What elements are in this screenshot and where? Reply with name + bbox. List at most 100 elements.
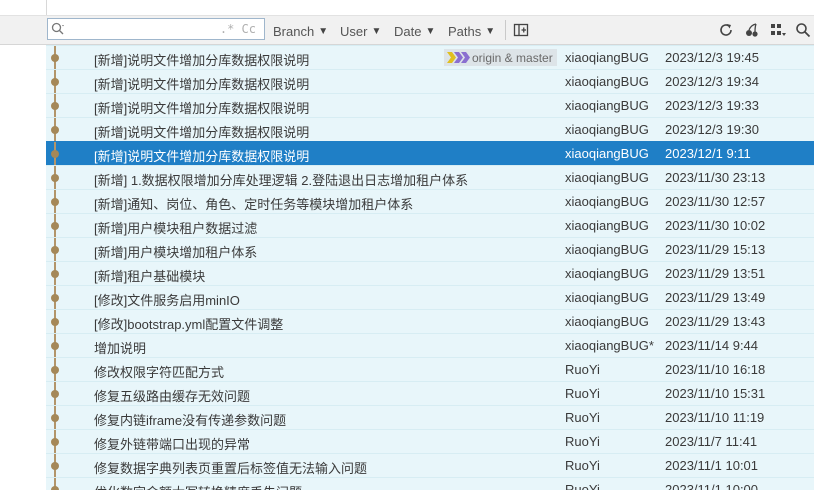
commit-message: 修复外链带端口出现的异常 — [94, 437, 251, 452]
commit-row[interactable]: [新增]租户基础模块 xiaoqiangBUG 2023/11/29 13:51 — [46, 261, 814, 286]
branch-ref-label: origin & master — [472, 50, 553, 65]
commit-date: 2023/11/10 16:18 — [665, 362, 766, 377]
find-icon[interactable] — [794, 21, 812, 39]
commit-row[interactable]: [新增]用户模块增加租户体系 xiaoqiangBUG 2023/11/29 15:… — [46, 237, 814, 262]
commit-message: [修改]文件服务启用minIO — [94, 293, 240, 308]
commit-node-icon — [51, 342, 59, 350]
commit-message: 修复内链iframe没有传递参数问题 — [94, 413, 287, 428]
commit-row[interactable]: [新增]说明文件增加分库数据权限说明 xiaoqiangBUG 2023/12/3 … — [46, 117, 814, 142]
search-box[interactable]: .* Cc — [47, 18, 265, 40]
commit-row[interactable]: [修改]bootstrap.yml配置文件调整 xiaoqiangBUG 2023/… — [46, 309, 814, 334]
search-options[interactable]: .* Cc — [220, 22, 256, 36]
commit-node-icon — [51, 54, 59, 62]
commit-date: 2023/12/3 19:45 — [665, 50, 759, 65]
commit-row[interactable]: [新增]用户模块租户数据过滤 xiaoqiangBUG 2023/11/30 10:… — [46, 213, 814, 238]
left-panel-edge — [0, 0, 47, 490]
commit-row[interactable]: [修改]文件服务启用minIO xiaoqiangBUG 2023/11/29 13… — [46, 285, 814, 310]
search-input[interactable] — [68, 20, 220, 38]
commit-row[interactable]: 修复外链带端口出现的异常 RuoYi 2023/11/7 11:41 — [46, 429, 814, 454]
commit-message: [新增] 1.数据权限增加分库处理逻辑 2.登陆退出日志增加租户体系 — [94, 173, 469, 188]
commit-node-icon — [51, 438, 59, 446]
commit-message: [新增]说明文件增加分库数据权限说明 — [94, 149, 310, 164]
commit-message: [新增]用户模块增加租户体系 — [94, 245, 258, 260]
commit-row[interactable]: [新增]通知、岗位、角色、定时任务等模块增加租户体系 xiaoqiangBUG 20… — [46, 189, 814, 214]
commit-author: xiaoqiangBUG — [565, 194, 649, 209]
commit-message: [新增]说明文件增加分库数据权限说明 — [94, 125, 310, 140]
commit-author: RuoYi — [565, 410, 600, 425]
commit-node-icon — [51, 270, 59, 278]
commit-row[interactable]: [新增]说明文件增加分库数据权限说明 xiaoqiangBUG 2023/12/3 … — [46, 69, 814, 94]
commit-node-icon — [51, 246, 59, 254]
commit-row[interactable]: [新增]说明文件增加分库数据权限说明 xiaoqiangBUG 2023/12/1 … — [46, 141, 814, 166]
commit-node-icon — [51, 318, 59, 326]
commit-message: [新增]说明文件增加分库数据权限说明 — [94, 77, 310, 92]
commit-row[interactable]: 修复五级路由缓存无效问题 RuoYi 2023/11/10 15:31 — [46, 381, 814, 406]
commit-author: xiaoqiangBUG — [565, 122, 649, 137]
date-filter-label: Date — [394, 23, 422, 39]
branch-filter-label: Branch — [273, 23, 315, 39]
commit-date: 2023/11/1 10:01 — [665, 458, 759, 473]
commit-node-icon — [51, 222, 59, 230]
user-filter-label: User — [340, 23, 368, 39]
commit-author: xiaoqiangBUG — [565, 290, 649, 305]
date-filter[interactable]: Date ▼ — [394, 22, 435, 40]
branch-tag-icon — [447, 52, 470, 63]
commit-author: RuoYi — [565, 362, 600, 377]
commit-message: 修改权限字符匹配方式 — [94, 365, 225, 380]
commit-date: 2023/12/3 19:30 — [665, 122, 759, 137]
commit-message: [新增]说明文件增加分库数据权限说明 — [94, 101, 310, 116]
paths-filter[interactable]: Paths ▼ — [448, 22, 495, 40]
commit-node-icon — [51, 198, 59, 206]
commit-message: 增加说明 — [94, 341, 147, 356]
branch-ref-badge[interactable]: origin & master — [444, 49, 557, 66]
commit-message: 修复五级路由缓存无效问题 — [94, 389, 251, 404]
commit-row[interactable]: 修复内链iframe没有传递参数问题 RuoYi 2023/11/10 11:19 — [46, 405, 814, 430]
commit-author: xiaoqiangBUG — [565, 242, 649, 257]
paths-filter-label: Paths — [448, 23, 482, 39]
chevron-down-icon: ▼ — [371, 25, 382, 37]
graph-options-icon[interactable] — [769, 21, 787, 39]
commit-author: xiaoqiangBUG — [565, 98, 649, 113]
commit-row[interactable]: 增加说明 xiaoqiangBUG* 2023/11/14 9:44 — [46, 333, 814, 358]
chevron-down-icon: ▼ — [318, 25, 329, 37]
commit-date: 2023/11/30 12:57 — [665, 194, 766, 209]
user-filter[interactable]: User ▼ — [340, 22, 381, 40]
chevron-down-icon: ▼ — [425, 25, 436, 37]
commit-message: [新增]用户模块租户数据过滤 — [94, 221, 258, 236]
refresh-icon[interactable] — [717, 21, 735, 39]
chevron-down-icon: ▼ — [485, 25, 496, 37]
commit-row[interactable]: [新增]说明文件增加分库数据权限说明 xiaoqiangBUG 2023/12/3 … — [46, 93, 814, 118]
commit-date: 2023/12/3 19:33 — [665, 98, 759, 113]
commit-date: 2023/11/29 13:51 — [665, 266, 766, 281]
commit-message: 优化数字金额大写转换精度丢失问题 — [94, 482, 302, 490]
commit-row[interactable]: 修改权限字符匹配方式 RuoYi 2023/11/10 16:18 — [46, 357, 814, 382]
commit-row[interactable]: [新增] 1.数据权限增加分库处理逻辑 2.登陆退出日志增加租户体系 xiaoqi… — [46, 165, 814, 190]
commit-date: 2023/12/3 19:34 — [665, 74, 759, 89]
commit-author: RuoYi — [565, 434, 600, 449]
commit-node-icon — [51, 414, 59, 422]
new-tab-icon[interactable] — [512, 21, 530, 39]
commit-row[interactable]: 修复数据字典列表页重置后标签值无法输入问题 RuoYi 2023/11/1 10:0… — [46, 453, 814, 478]
commit-date: 2023/11/30 23:13 — [665, 170, 766, 185]
commit-node-icon — [51, 78, 59, 86]
commit-author: xiaoqiangBUG — [565, 74, 649, 89]
branch-filter[interactable]: Branch ▼ — [273, 22, 328, 40]
commit-node-icon — [51, 390, 59, 398]
commit-node-icon — [51, 366, 59, 374]
commit-log-list[interactable]: [新增]说明文件增加分库数据权限说明 origin & master xiaoqia… — [46, 45, 814, 490]
cherry-pick-icon[interactable] — [743, 21, 761, 39]
commit-author: xiaoqiangBUG — [565, 218, 649, 233]
commit-date: 2023/11/10 11:19 — [665, 410, 765, 425]
commit-message: [新增]租户基础模块 — [94, 269, 206, 284]
commit-author: RuoYi — [565, 458, 600, 473]
search-icon[interactable] — [48, 19, 68, 39]
commit-date: 2023/12/1 9:11 — [665, 146, 751, 161]
commit-node-icon — [51, 102, 59, 110]
commit-row[interactable]: [新增]说明文件增加分库数据权限说明 origin & master xiaoqia… — [46, 45, 814, 70]
commit-author: xiaoqiangBUG* — [565, 338, 654, 353]
commit-row[interactable]: 优化数字金额大写转换精度丢失问题 RuoYi 2023/11/1 10:00 — [46, 477, 814, 490]
commit-date: 2023/11/10 15:31 — [665, 386, 766, 401]
commit-message: [新增]说明文件增加分库数据权限说明 — [94, 53, 310, 68]
commit-message: 修复数据字典列表页重置后标签值无法输入问题 — [94, 461, 368, 476]
commit-date: 2023/11/14 9:44 — [665, 338, 759, 353]
